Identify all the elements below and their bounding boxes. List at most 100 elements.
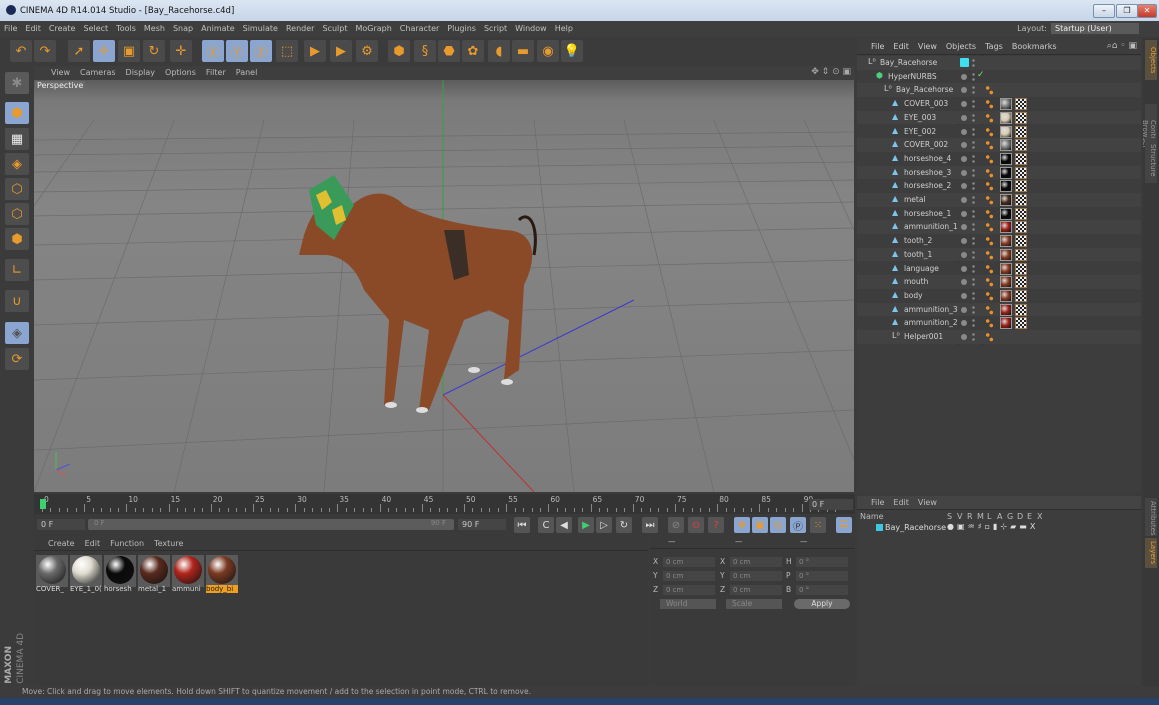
- coord-value-field[interactable]: 0 cm: [663, 585, 715, 595]
- scale-icon[interactable]: ▣: [118, 40, 140, 62]
- model-mode-icon[interactable]: ⬢: [5, 102, 29, 124]
- y-axis-icon[interactable]: Ⓨ: [226, 40, 248, 62]
- viewport-nav-icons[interactable]: ✥ ⇕ ⊙ ▣: [811, 67, 851, 77]
- uvw-tag-icon[interactable]: [1015, 166, 1027, 179]
- minimize-button[interactable]: –: [1093, 4, 1115, 18]
- frame-range-slider[interactable]: 0 F 90 F: [88, 519, 454, 530]
- phong-tag-icon[interactable]: [985, 222, 994, 233]
- object-row[interactable]: L⁰ Bay_Racehorse: [857, 56, 1141, 70]
- key-parameter-button[interactable]: Ⓟ: [790, 517, 806, 533]
- phong-tag-icon[interactable]: [985, 249, 994, 260]
- layer-toggle-icons[interactable]: ●▣♒♯▫▮⊹▰▬X: [947, 522, 1038, 531]
- layer-menu-edit[interactable]: Edit: [893, 498, 909, 507]
- layer-column-r[interactable]: R: [967, 512, 973, 521]
- viewport-menu-panel[interactable]: Panel: [231, 66, 263, 80]
- undo-icon[interactable]: ↶: [10, 40, 32, 62]
- array-icon[interactable]: ✿: [462, 40, 484, 62]
- right-tab-objects[interactable]: Objects: [1145, 40, 1157, 80]
- uvw-tag-icon[interactable]: [1015, 194, 1027, 206]
- render-visibility-dots[interactable]: [972, 153, 975, 164]
- coord-value-field[interactable]: 0 cm: [730, 585, 782, 595]
- render-visibility-dots[interactable]: [972, 290, 975, 301]
- material-swatch[interactable]: metal_1: [138, 555, 170, 593]
- phong-tag-icon[interactable]: [985, 236, 994, 247]
- material-swatch[interactable]: EYE_1_0(: [70, 555, 102, 593]
- material-menu-create[interactable]: Create: [48, 539, 75, 548]
- material-swatch[interactable]: body_bi: [206, 555, 238, 593]
- uvw-tag-icon[interactable]: [1015, 317, 1027, 330]
- object-name[interactable]: tooth_1: [904, 250, 932, 259]
- object-name[interactable]: body: [904, 291, 923, 300]
- menu-tools[interactable]: Tools: [112, 21, 140, 37]
- render-visibility-dots[interactable]: [972, 112, 975, 123]
- floor-icon[interactable]: ▬: [512, 40, 534, 62]
- uvw-tag-icon[interactable]: [1015, 98, 1027, 111]
- phong-tag-icon[interactable]: [985, 318, 994, 329]
- phong-tag-icon[interactable]: [985, 263, 994, 274]
- layer-menu-file[interactable]: File: [871, 498, 884, 507]
- horse-model[interactable]: [299, 175, 537, 413]
- object-search-icons[interactable]: ⌕⌂ ◦ ▣: [1107, 38, 1137, 55]
- axis-mode-icon[interactable]: ∟: [5, 259, 29, 281]
- render-visibility-dots[interactable]: [972, 195, 975, 205]
- uvw-tag-icon[interactable]: [1015, 276, 1027, 289]
- render-visibility-dots[interactable]: [972, 85, 975, 96]
- object-name[interactable]: Helper001: [904, 332, 943, 341]
- key-pla-button[interactable]: ⁙: [810, 517, 826, 533]
- move-icon[interactable]: ✛: [93, 40, 115, 62]
- render-visibility-dots[interactable]: [972, 236, 975, 247]
- layer-row[interactable]: Bay_Racehorse ●▣♒♯▫▮⊹▰▬X: [857, 522, 1141, 533]
- render-visibility-dots[interactable]: [972, 304, 975, 315]
- object-row[interactable]: ▲ horseshoe_4: [857, 151, 1141, 166]
- menu-script[interactable]: Script: [480, 21, 511, 37]
- phong-tag-icon[interactable]: [985, 153, 994, 164]
- light-icon[interactable]: 💡: [561, 40, 583, 62]
- right-tab-structure[interactable]: Structure: [1145, 138, 1157, 183]
- viewport-menu-view[interactable]: View: [46, 66, 75, 80]
- uvw-tag-icon[interactable]: [1015, 262, 1027, 275]
- render-visibility-dots[interactable]: [972, 208, 975, 219]
- object-name[interactable]: ammunition_2: [904, 318, 958, 327]
- layer-column-a[interactable]: A: [997, 512, 1002, 521]
- go-to-end-button[interactable]: ⏭: [642, 517, 658, 533]
- x-axis-icon[interactable]: Ⓧ: [202, 40, 224, 62]
- material-tag-icon[interactable]: [1000, 180, 1012, 193]
- material-tag-icon[interactable]: [1000, 207, 1012, 220]
- object-row[interactable]: ▲ horseshoe_3: [857, 165, 1141, 180]
- menu-simulate[interactable]: Simulate: [239, 21, 282, 37]
- object-row[interactable]: ▲ language: [857, 261, 1141, 276]
- uvw-tag-icon[interactable]: [1015, 221, 1027, 234]
- object-row[interactable]: ▲ EYE_003: [857, 110, 1141, 125]
- menu-edit[interactable]: Edit: [21, 21, 45, 37]
- z-axis-icon[interactable]: Ⓩ: [250, 40, 272, 62]
- phong-tag-icon[interactable]: [985, 277, 994, 288]
- key-rotation-button[interactable]: ◎: [770, 517, 786, 533]
- menu-sculpt[interactable]: Sculpt: [318, 21, 351, 37]
- phong-tag-icon[interactable]: [985, 195, 994, 205]
- spline-icon[interactable]: §: [414, 40, 436, 62]
- object-row[interactable]: L⁰ Bay_Racehorse: [857, 83, 1141, 98]
- next-key-button[interactable]: ↻: [616, 517, 632, 533]
- play-button[interactable]: ▶: [578, 517, 594, 533]
- uvw-tag-icon[interactable]: [1015, 248, 1027, 261]
- material-menu-edit[interactable]: Edit: [85, 539, 101, 548]
- object-name[interactable]: tooth_2: [904, 236, 932, 245]
- visibility-dot[interactable]: [961, 265, 967, 272]
- add-object-icon[interactable]: ✛: [170, 40, 192, 62]
- material-tag-icon[interactable]: [1000, 248, 1012, 261]
- autokey-button[interactable]: ⊙: [688, 517, 704, 533]
- material-tag-icon[interactable]: [1000, 221, 1012, 234]
- object-name[interactable]: COVER_002: [904, 140, 948, 149]
- render-visibility-dots[interactable]: [972, 167, 975, 178]
- layer-column-g[interactable]: G: [1007, 512, 1013, 521]
- phong-tag-icon[interactable]: [985, 99, 994, 110]
- uvw-tag-icon[interactable]: [1015, 180, 1027, 193]
- phong-tag-icon[interactable]: [985, 126, 994, 137]
- render-visibility-dots[interactable]: [972, 277, 975, 288]
- nurbs-icon[interactable]: ⬣: [438, 40, 460, 62]
- current-frame-field[interactable]: 0 F: [809, 499, 853, 510]
- object-menu-bookmarks[interactable]: Bookmarks: [1012, 42, 1057, 51]
- material-swatch[interactable]: COVER_: [36, 555, 68, 593]
- render-visibility-dots[interactable]: [972, 71, 975, 82]
- material-tag-icon[interactable]: [1000, 111, 1012, 124]
